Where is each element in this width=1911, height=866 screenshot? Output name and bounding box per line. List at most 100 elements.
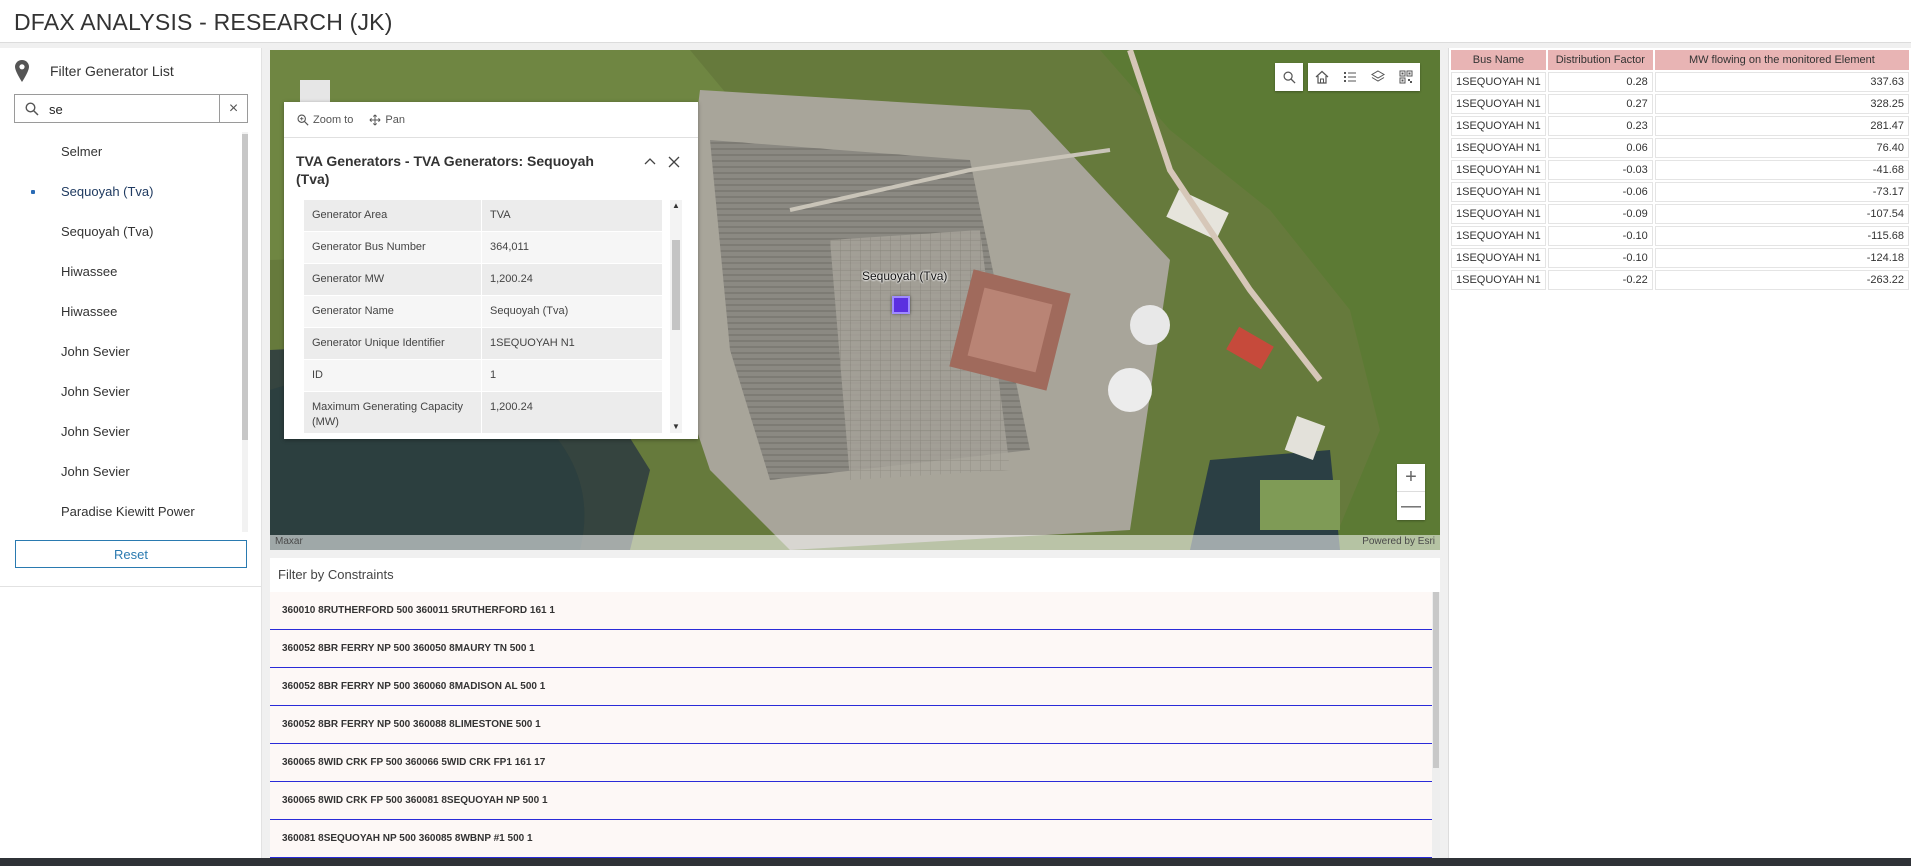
constraint-list-item[interactable]: 360010 8RUTHERFORD 500 360011 5RUTHERFOR… xyxy=(270,592,1432,630)
mw-flowing-cell: -107.54 xyxy=(1654,204,1909,224)
table-row[interactable]: 1SEQUOYAH N1 -0.03 -41.68 xyxy=(1451,160,1909,180)
scrollbar-thumb[interactable] xyxy=(672,240,680,330)
layers-icon[interactable] xyxy=(1364,63,1392,91)
popup-field-value: 1 xyxy=(490,369,497,381)
scroll-down-icon[interactable]: ▼ xyxy=(670,421,682,433)
powered-by-esri[interactable]: Powered by Esri xyxy=(1362,536,1435,547)
generator-list-item[interactable]: Hiwassee xyxy=(14,252,248,292)
map-attribution: Maxar Powered by Esri xyxy=(270,535,1440,550)
constraints-list: 360010 8RUTHERFORD 500 360011 5RUTHERFOR… xyxy=(270,592,1432,858)
zoom-to-action[interactable]: Zoom to xyxy=(297,114,353,126)
scroll-up-icon[interactable]: ▲ xyxy=(670,200,682,212)
generator-list-item[interactable]: John Sevier xyxy=(14,452,248,492)
mw-flowing-cell: 328.25 xyxy=(1654,94,1909,114)
attribution-source: Maxar xyxy=(275,536,303,547)
constraint-list-item[interactable]: 360065 8WID CRK FP 500 360066 5WID CRK F… xyxy=(270,744,1432,782)
generator-marker[interactable] xyxy=(892,296,910,314)
generator-list-item[interactable]: John Sevier xyxy=(14,372,248,412)
constraint-list-item[interactable]: 360052 8BR FERRY NP 500 360050 8MAURY TN… xyxy=(270,630,1432,668)
generator-list-scrollbar[interactable] xyxy=(242,132,248,532)
popup-field-row: Generator Unique Identifier 1SEQUOYAH N1 xyxy=(304,328,662,360)
zoom-out-button[interactable]: — xyxy=(1397,492,1425,520)
popup-field-key: Generator Bus Number xyxy=(304,232,482,263)
generator-list-item[interactable]: Sequoyah (Tva) xyxy=(14,212,248,252)
reset-button[interactable]: Reset xyxy=(15,540,247,568)
table-row[interactable]: 1SEQUOYAH N1 0.06 76.40 xyxy=(1451,138,1909,158)
popup-field-key: Generator Area xyxy=(304,200,482,231)
map-pin-icon xyxy=(12,59,32,83)
table-row[interactable]: 1SEQUOYAH N1 -0.22 -263.22 xyxy=(1451,270,1909,290)
bus-name-cell: 1SEQUOYAH N1 xyxy=(1451,72,1546,92)
generator-list-item-label: John Sevier xyxy=(61,344,130,359)
popup-field-row: Maximum Generating Capacity (MW) 1,200.24 xyxy=(304,392,662,433)
constraint-list-item[interactable]: 360052 8BR FERRY NP 500 360088 8LIMESTON… xyxy=(270,706,1432,744)
close-icon xyxy=(668,156,680,168)
table-row[interactable]: 1SEQUOYAH N1 0.27 328.25 xyxy=(1451,94,1909,114)
popup-field-key: Generator MW xyxy=(304,264,482,295)
generator-list-item-label: Sequoyah (Tva) xyxy=(61,184,154,199)
column-header-mw-flowing[interactable]: MW flowing on the monitored Element xyxy=(1654,50,1909,70)
pan-icon xyxy=(369,114,381,125)
map-search-tool[interactable] xyxy=(1275,63,1303,91)
feature-popup: Zoom to Pan TVA Generators - TVA Generat… xyxy=(284,102,698,439)
table-row[interactable]: 1SEQUOYAH N1 0.23 281.47 xyxy=(1451,116,1909,136)
popup-field-key: Generator Name xyxy=(304,296,482,327)
constraint-list-item[interactable]: 360081 8SEQUOYAH NP 500 360085 8WBNP #1 … xyxy=(270,820,1432,858)
generator-list-item[interactable]: Paradise Kiewitt Power xyxy=(14,492,248,532)
constraints-scrollbar[interactable] xyxy=(1432,592,1440,858)
distribution-factor-cell: 0.28 xyxy=(1547,72,1653,92)
table-row[interactable]: 1SEQUOYAH N1 0.28 337.63 xyxy=(1451,72,1909,92)
scrollbar-thumb[interactable] xyxy=(1433,592,1439,768)
constraint-list-item[interactable]: 360052 8BR FERRY NP 500 360060 8MADISON … xyxy=(270,668,1432,706)
distribution-factor-panel: Bus Name Distribution Factor MW flowing … xyxy=(1448,48,1911,858)
search-icon[interactable] xyxy=(1275,63,1303,91)
generator-list-item-label: Hiwassee xyxy=(61,304,118,319)
qr-icon[interactable] xyxy=(1392,63,1420,91)
popup-scrollbar[interactable]: ▲ ▼ xyxy=(670,200,682,433)
list-icon[interactable] xyxy=(1336,63,1364,91)
zoom-to-label: Zoom to xyxy=(313,113,354,126)
bus-name-cell: 1SEQUOYAH N1 xyxy=(1451,160,1546,180)
pan-action[interactable]: Pan xyxy=(369,114,405,126)
filter-title: Filter Generator List xyxy=(50,63,174,79)
zoom-control: + — xyxy=(1397,464,1425,520)
generator-list-item[interactable]: John Sevier xyxy=(14,332,248,372)
table-row[interactable]: 1SEQUOYAH N1 -0.10 -124.18 xyxy=(1451,248,1909,268)
mw-flowing-cell: -73.17 xyxy=(1654,182,1909,202)
search-input[interactable] xyxy=(49,99,209,119)
column-header-distribution-factor[interactable]: Distribution Factor xyxy=(1547,50,1653,70)
generator-list-item[interactable]: Selmer xyxy=(14,132,248,172)
zoom-in-button[interactable]: + xyxy=(1397,464,1425,492)
clear-search-button[interactable]: × xyxy=(219,95,247,122)
popup-title: TVA Generators - TVA Generators: Sequoya… xyxy=(296,153,594,187)
generator-search-box[interactable]: × xyxy=(14,94,248,123)
mw-flowing-cell: -115.68 xyxy=(1654,226,1909,246)
collapse-button[interactable] xyxy=(638,150,662,174)
table-row[interactable]: 1SEQUOYAH N1 -0.06 -73.17 xyxy=(1451,182,1909,202)
generator-list-item[interactable]: Sequoyah (Tva) xyxy=(14,172,248,212)
generator-list-item-label: Sequoyah (Tva) xyxy=(61,224,154,239)
popup-field-row: Generator Bus Number 364,011 xyxy=(304,232,662,264)
bus-name-cell: 1SEQUOYAH N1 xyxy=(1451,138,1546,158)
constraint-list-item[interactable]: 360065 8WID CRK FP 500 360081 8SEQUOYAH … xyxy=(270,782,1432,820)
close-popup-button[interactable] xyxy=(662,150,686,174)
column-header-bus-name[interactable]: Bus Name xyxy=(1451,50,1546,70)
generator-list-item[interactable]: John Sevier xyxy=(14,412,248,452)
bus-name-cell: 1SEQUOYAH N1 xyxy=(1451,204,1546,224)
table-row[interactable]: 1SEQUOYAH N1 -0.09 -107.54 xyxy=(1451,204,1909,224)
distribution-factor-cell: -0.03 xyxy=(1547,160,1653,180)
popup-field-row: Generator Area TVA xyxy=(304,200,662,232)
distribution-factor-cell: -0.06 xyxy=(1547,182,1653,202)
bus-name-cell: 1SEQUOYAH N1 xyxy=(1451,94,1546,114)
scrollbar-thumb[interactable] xyxy=(242,134,248,440)
popup-field-value: 364,011 xyxy=(490,241,529,253)
distribution-factor-cell: 0.23 xyxy=(1547,116,1653,136)
distribution-factor-cell: -0.09 xyxy=(1547,204,1653,224)
home-icon[interactable] xyxy=(1308,63,1336,91)
mw-flowing-cell: -41.68 xyxy=(1654,160,1909,180)
distribution-factor-cell: -0.10 xyxy=(1547,226,1653,246)
popup-field-value: Sequoyah (Tva) xyxy=(490,305,569,317)
generator-list-item[interactable]: Hiwassee xyxy=(14,292,248,332)
popup-field-key: ID xyxy=(304,360,482,391)
table-row[interactable]: 1SEQUOYAH N1 -0.10 -115.68 xyxy=(1451,226,1909,246)
